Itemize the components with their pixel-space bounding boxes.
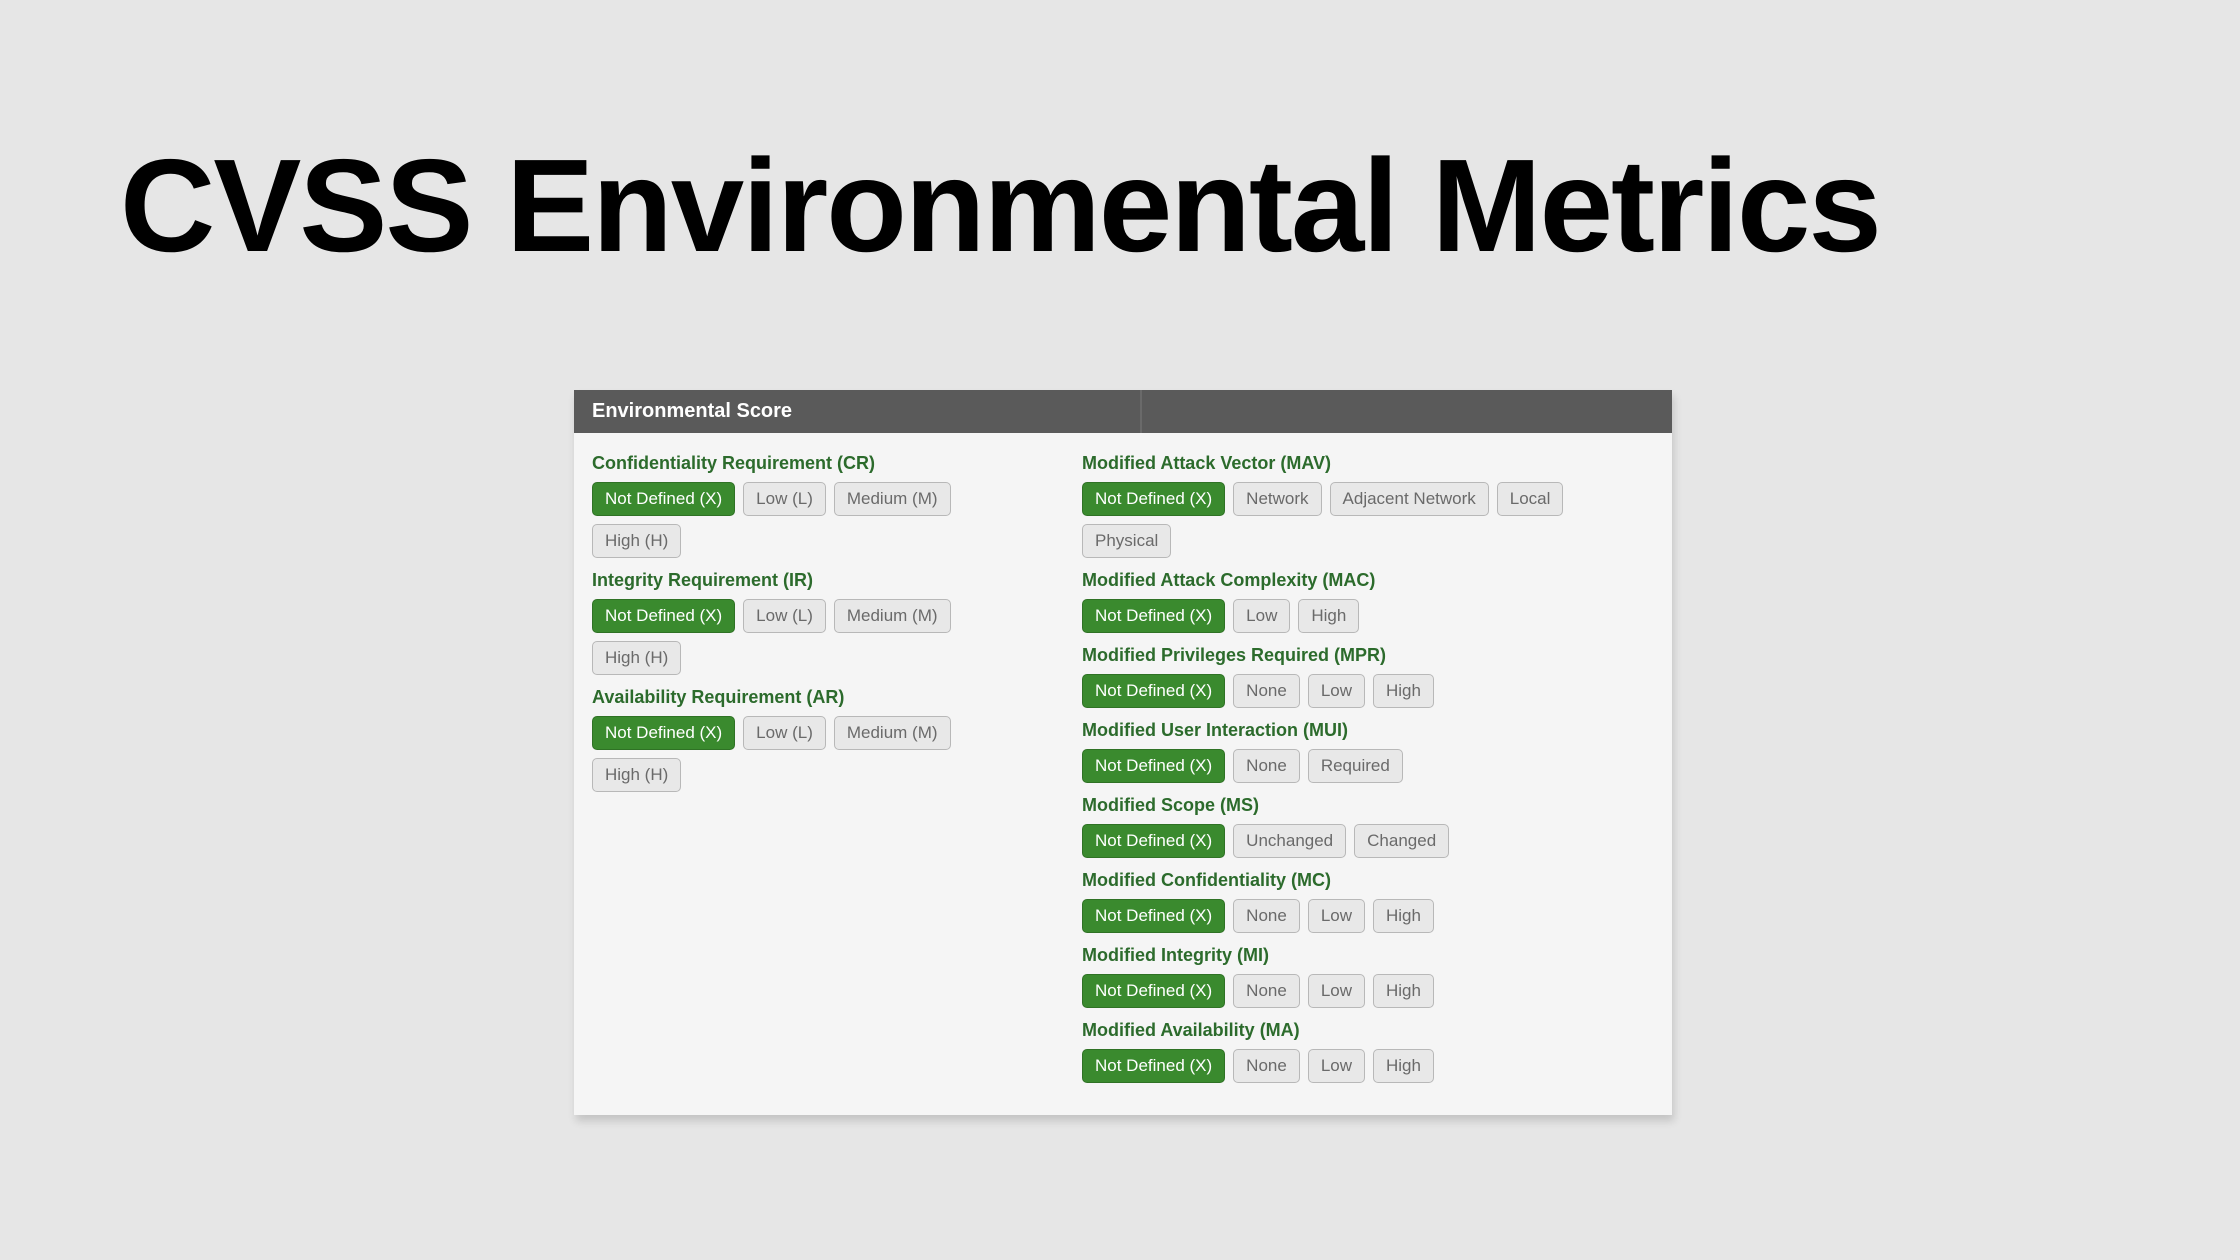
metric-ir-options: Not Defined (X) Low (L) Medium (M) High … [592, 599, 1036, 675]
metric-mpr-options: Not Defined (X) None Low High [1082, 674, 1654, 708]
metric-mc: Modified Confidentiality (MC) Not Define… [1082, 870, 1654, 933]
environmental-score-panel: Environmental Score Confidentiality Requ… [574, 390, 1672, 1115]
ar-high-option[interactable]: High (H) [592, 758, 681, 792]
metric-ir: Integrity Requirement (IR) Not Defined (… [592, 570, 1036, 675]
ar-low-option[interactable]: Low (L) [743, 716, 826, 750]
ar-medium-option[interactable]: Medium (M) [834, 716, 951, 750]
ir-high-option[interactable]: High (H) [592, 641, 681, 675]
mav-physical-option[interactable]: Physical [1082, 524, 1171, 558]
ma-none-option[interactable]: None [1233, 1049, 1300, 1083]
metric-mac: Modified Attack Complexity (MAC) Not Def… [1082, 570, 1654, 633]
cr-high-option[interactable]: High (H) [592, 524, 681, 558]
metric-mc-options: Not Defined (X) None Low High [1082, 899, 1654, 933]
cr-medium-option[interactable]: Medium (M) [834, 482, 951, 516]
panel-header-spacer [1140, 390, 1672, 433]
metric-ar-label: Availability Requirement (AR) [592, 687, 1036, 708]
metric-mpr: Modified Privileges Required (MPR) Not D… [1082, 645, 1654, 708]
page-title: CVSS Environmental Metrics [120, 130, 1880, 281]
metric-mac-options: Not Defined (X) Low High [1082, 599, 1654, 633]
metric-mui: Modified User Interaction (MUI) Not Defi… [1082, 720, 1654, 783]
mpr-none-option[interactable]: None [1233, 674, 1300, 708]
panel-header: Environmental Score [574, 390, 1672, 433]
mc-not-defined-option[interactable]: Not Defined (X) [1082, 899, 1225, 933]
mi-none-option[interactable]: None [1233, 974, 1300, 1008]
mpr-low-option[interactable]: Low [1308, 674, 1365, 708]
mui-none-option[interactable]: None [1233, 749, 1300, 783]
metric-ms-options: Not Defined (X) Unchanged Changed [1082, 824, 1654, 858]
metric-mc-label: Modified Confidentiality (MC) [1082, 870, 1654, 891]
ms-changed-option[interactable]: Changed [1354, 824, 1449, 858]
mc-high-option[interactable]: High [1373, 899, 1434, 933]
metric-ma-label: Modified Availability (MA) [1082, 1020, 1654, 1041]
ir-not-defined-option[interactable]: Not Defined (X) [592, 599, 735, 633]
mac-low-option[interactable]: Low [1233, 599, 1290, 633]
metric-cr: Confidentiality Requirement (CR) Not Def… [592, 453, 1036, 558]
metric-mav: Modified Attack Vector (MAV) Not Defined… [1082, 453, 1654, 558]
metric-mi: Modified Integrity (MI) Not Defined (X) … [1082, 945, 1654, 1008]
metric-ma: Modified Availability (MA) Not Defined (… [1082, 1020, 1654, 1083]
panel-body: Confidentiality Requirement (CR) Not Def… [574, 433, 1672, 1115]
mc-none-option[interactable]: None [1233, 899, 1300, 933]
mi-high-option[interactable]: High [1373, 974, 1434, 1008]
metric-mac-label: Modified Attack Complexity (MAC) [1082, 570, 1654, 591]
ar-not-defined-option[interactable]: Not Defined (X) [592, 716, 735, 750]
metric-ar: Availability Requirement (AR) Not Define… [592, 687, 1036, 792]
metric-mi-label: Modified Integrity (MI) [1082, 945, 1654, 966]
metric-mpr-label: Modified Privileges Required (MPR) [1082, 645, 1654, 666]
metric-ir-label: Integrity Requirement (IR) [592, 570, 1036, 591]
panel-header-title: Environmental Score [574, 390, 1140, 433]
mc-low-option[interactable]: Low [1308, 899, 1365, 933]
mac-high-option[interactable]: High [1298, 599, 1359, 633]
left-column: Confidentiality Requirement (CR) Not Def… [574, 433, 1054, 1115]
cr-not-defined-option[interactable]: Not Defined (X) [592, 482, 735, 516]
metric-ma-options: Not Defined (X) None Low High [1082, 1049, 1654, 1083]
ma-high-option[interactable]: High [1373, 1049, 1434, 1083]
metric-ms-label: Modified Scope (MS) [1082, 795, 1654, 816]
mui-not-defined-option[interactable]: Not Defined (X) [1082, 749, 1225, 783]
mav-adjacent-option[interactable]: Adjacent Network [1330, 482, 1489, 516]
metric-cr-options: Not Defined (X) Low (L) Medium (M) High … [592, 482, 1036, 558]
ms-not-defined-option[interactable]: Not Defined (X) [1082, 824, 1225, 858]
mi-low-option[interactable]: Low [1308, 974, 1365, 1008]
ms-unchanged-option[interactable]: Unchanged [1233, 824, 1346, 858]
mpr-not-defined-option[interactable]: Not Defined (X) [1082, 674, 1225, 708]
ir-medium-option[interactable]: Medium (M) [834, 599, 951, 633]
ma-low-option[interactable]: Low [1308, 1049, 1365, 1083]
metric-ms: Modified Scope (MS) Not Defined (X) Unch… [1082, 795, 1654, 858]
metric-ar-options: Not Defined (X) Low (L) Medium (M) High … [592, 716, 1036, 792]
mpr-high-option[interactable]: High [1373, 674, 1434, 708]
mav-not-defined-option[interactable]: Not Defined (X) [1082, 482, 1225, 516]
cr-low-option[interactable]: Low (L) [743, 482, 826, 516]
mui-required-option[interactable]: Required [1308, 749, 1403, 783]
mi-not-defined-option[interactable]: Not Defined (X) [1082, 974, 1225, 1008]
metric-mav-options: Not Defined (X) Network Adjacent Network… [1082, 482, 1654, 558]
right-column: Modified Attack Vector (MAV) Not Defined… [1054, 433, 1672, 1115]
metric-mi-options: Not Defined (X) None Low High [1082, 974, 1654, 1008]
metric-mav-label: Modified Attack Vector (MAV) [1082, 453, 1654, 474]
metric-mui-options: Not Defined (X) None Required [1082, 749, 1654, 783]
mac-not-defined-option[interactable]: Not Defined (X) [1082, 599, 1225, 633]
ir-low-option[interactable]: Low (L) [743, 599, 826, 633]
ma-not-defined-option[interactable]: Not Defined (X) [1082, 1049, 1225, 1083]
metric-mui-label: Modified User Interaction (MUI) [1082, 720, 1654, 741]
mav-network-option[interactable]: Network [1233, 482, 1321, 516]
metric-cr-label: Confidentiality Requirement (CR) [592, 453, 1036, 474]
mav-local-option[interactable]: Local [1497, 482, 1564, 516]
